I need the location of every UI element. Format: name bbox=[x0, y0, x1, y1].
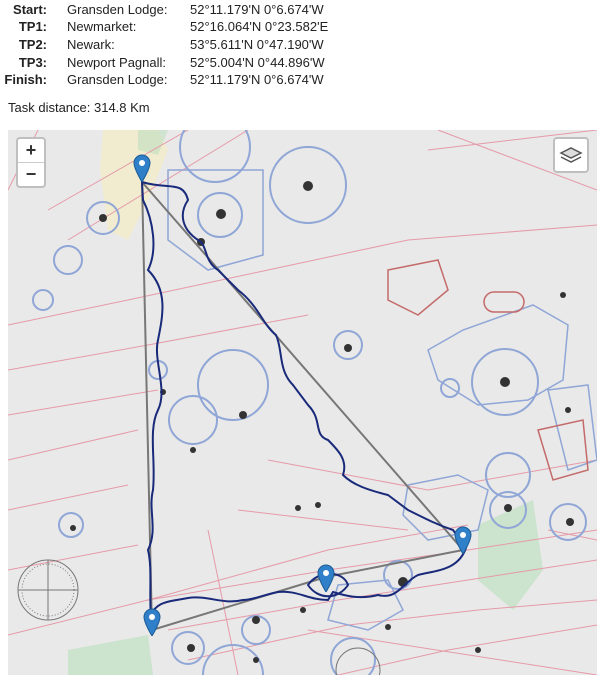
tp3-marker-icon[interactable] bbox=[317, 564, 335, 592]
zoom-in-button[interactable]: + bbox=[18, 139, 44, 163]
turnpoint-coord: 52°5.004'N 0°44.896'W bbox=[190, 55, 325, 70]
compass-rose-icon bbox=[17, 559, 79, 621]
layers-button[interactable] bbox=[553, 137, 589, 173]
turnpoint-coord: 52°11.179'N 0°6.674'W bbox=[190, 2, 324, 17]
turnpoint-label: TP1: bbox=[18, 19, 47, 34]
turnpoint-coord: 52°11.179'N 0°6.674'W bbox=[190, 72, 324, 87]
danger-areas bbox=[387, 259, 589, 481]
start-marker-icon[interactable] bbox=[133, 154, 151, 182]
airspace-map[interactable]: + − bbox=[8, 130, 597, 675]
map-canvas[interactable] bbox=[8, 130, 597, 675]
turnpoint-coord: 53°5.611'N 0°47.190'W bbox=[190, 37, 324, 52]
zoom-out-button[interactable]: − bbox=[18, 163, 44, 186]
task-distance: Task distance: 314.8 Km bbox=[8, 100, 150, 115]
turnpoint-name: Newmarket: bbox=[67, 19, 137, 34]
finish-marker-icon[interactable] bbox=[143, 608, 161, 636]
zoom-control: + − bbox=[16, 137, 46, 188]
turnpoint-label: Start: bbox=[13, 2, 47, 17]
flight-track bbox=[140, 180, 468, 631]
green-zone bbox=[478, 500, 543, 610]
turnpoint-name: Gransden Lodge: bbox=[67, 72, 168, 87]
turnpoint-name: Newport Pagnall: bbox=[67, 55, 166, 70]
turnpoint-label: TP3: bbox=[18, 55, 47, 70]
green-zone-sw bbox=[68, 635, 153, 675]
turnpoint-label: Finish: bbox=[4, 72, 47, 87]
task-route bbox=[141, 181, 465, 632]
layers-icon bbox=[559, 147, 583, 163]
turnpoint-coord: 52°16.064'N 0°23.582'E bbox=[190, 19, 329, 34]
turnpoint-name: Newark: bbox=[67, 37, 115, 52]
tp1-marker-icon[interactable] bbox=[454, 526, 472, 554]
turnpoint-name: Gransden Lodge: bbox=[67, 2, 168, 17]
turnpoint-label: TP2: bbox=[18, 37, 47, 52]
